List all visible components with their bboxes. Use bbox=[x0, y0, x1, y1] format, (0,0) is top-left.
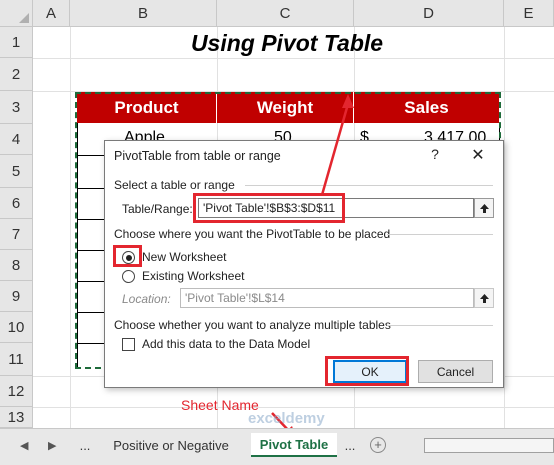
section-multiple-label: Choose whether you want to analyze multi… bbox=[114, 318, 391, 332]
separator bbox=[245, 185, 493, 186]
row-header-5[interactable]: 5 bbox=[0, 155, 33, 188]
ok-highlight-box bbox=[325, 356, 409, 386]
add-sheet-icon[interactable]: + bbox=[370, 437, 386, 453]
gridline bbox=[33, 407, 554, 408]
collapse-dialog-icon bbox=[479, 293, 489, 303]
excel-window: A B C D E 1 2 3 4 5 6 7 8 9 10 11 12 13 … bbox=[0, 0, 554, 465]
pivottable-dialog: PivotTable from table or range ? ✕ Selec… bbox=[104, 140, 504, 388]
scroll-right-icon[interactable]: ▶ bbox=[48, 439, 56, 452]
gridline bbox=[504, 27, 505, 428]
range-highlight-box bbox=[193, 193, 345, 223]
horizontal-scrollbar[interactable] bbox=[424, 438, 554, 453]
cancel-button[interactable]: Cancel bbox=[418, 360, 493, 383]
new-worksheet-label[interactable]: New Worksheet bbox=[142, 250, 226, 264]
select-all-corner[interactable] bbox=[0, 0, 33, 27]
location-label: Location: bbox=[122, 292, 171, 306]
column-header-b[interactable]: B bbox=[70, 0, 217, 27]
row-header-6[interactable]: 6 bbox=[0, 188, 33, 219]
row-header-12[interactable]: 12 bbox=[0, 376, 33, 407]
column-header-a[interactable]: A bbox=[33, 0, 70, 27]
help-icon[interactable]: ? bbox=[427, 146, 443, 162]
location-input[interactable]: 'Pivot Table'!$L$14 bbox=[180, 288, 474, 308]
close-icon[interactable]: ✕ bbox=[469, 145, 487, 165]
column-header-e[interactable]: E bbox=[504, 0, 554, 27]
separator bbox=[387, 234, 493, 235]
row-header-2[interactable]: 2 bbox=[0, 58, 33, 91]
sheet-title: Using Pivot Table bbox=[190, 30, 384, 56]
collapse-dialog-button[interactable] bbox=[474, 198, 494, 218]
scroll-left-icon[interactable]: ◀ bbox=[20, 439, 28, 452]
location-collapse-button[interactable] bbox=[474, 288, 494, 308]
watermark-logo: exceldemy bbox=[248, 410, 325, 427]
row-header-1[interactable]: 1 bbox=[0, 27, 33, 58]
column-header-d[interactable]: D bbox=[354, 0, 504, 27]
dialog-title: PivotTable from table or range bbox=[114, 149, 281, 163]
row-header-13[interactable]: 13 bbox=[0, 407, 33, 428]
section-select-label: Select a table or range bbox=[114, 178, 235, 192]
tab-pivot-table[interactable]: Pivot Table bbox=[251, 433, 337, 457]
column-header-c[interactable]: C bbox=[217, 0, 354, 27]
table-range-label: Table/Range: bbox=[122, 202, 193, 216]
tab-ellipsis-right[interactable]: ... bbox=[340, 433, 360, 457]
existing-worksheet-radio[interactable] bbox=[122, 270, 135, 283]
radio-highlight-box bbox=[113, 245, 142, 267]
gridline bbox=[70, 27, 71, 428]
select-all-triangle-icon bbox=[19, 13, 29, 23]
data-model-label[interactable]: Add this data to the Data Model bbox=[142, 337, 310, 351]
row-header-8[interactable]: 8 bbox=[0, 250, 33, 281]
row-header-4[interactable]: 4 bbox=[0, 124, 33, 155]
existing-worksheet-label[interactable]: Existing Worksheet bbox=[142, 269, 245, 283]
collapse-dialog-icon bbox=[479, 203, 489, 213]
section-placement-label: Choose where you want the PivotTable to … bbox=[114, 227, 391, 241]
tab-ellipsis-left[interactable]: ... bbox=[72, 433, 98, 457]
tab-positive-or-negative[interactable]: Positive or Negative bbox=[106, 433, 236, 457]
separator bbox=[387, 325, 493, 326]
row-header-7[interactable]: 7 bbox=[0, 219, 33, 250]
row-header-10[interactable]: 10 bbox=[0, 312, 33, 343]
row-header-9[interactable]: 9 bbox=[0, 281, 33, 312]
row-header-3[interactable]: 3 bbox=[0, 91, 33, 124]
data-model-checkbox[interactable] bbox=[122, 338, 135, 351]
row-header-11[interactable]: 11 bbox=[0, 343, 33, 376]
sheet-tab-bar: ◀ ▶ ... Positive or Negative Pivot Table… bbox=[0, 428, 554, 465]
